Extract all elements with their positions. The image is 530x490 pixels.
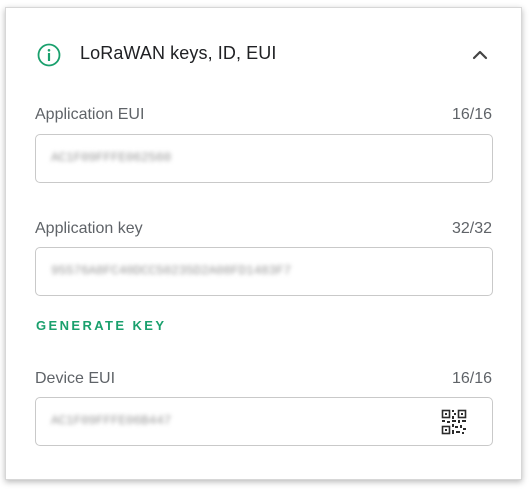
app-key-field[interactable]: 95576A8FC40DCC50235D2A08FD1483F7 (35, 247, 493, 296)
app-eui-value: AC1F09FFFE062560 (51, 150, 172, 165)
section-header[interactable]: LoRaWAN keys, ID, EUI (6, 36, 521, 78)
generate-key-button[interactable]: GENERATE KEY (36, 318, 166, 333)
chevron-up-icon[interactable] (471, 46, 489, 64)
device-eui-label: Device EUI (35, 370, 116, 387)
app-key-char-count: 32/32 (451, 220, 492, 237)
info-icon (37, 43, 61, 67)
qr-code-icon[interactable] (441, 409, 467, 435)
app-key-label: Application key (35, 220, 143, 237)
app-eui-label: Application EUI (35, 106, 145, 123)
app-eui-field[interactable]: AC1F09FFFE062560 (35, 134, 493, 183)
device-eui-field[interactable]: AC1F09FFFE06B447 (35, 397, 493, 446)
lorawan-keys-panel: LoRaWAN keys, ID, EUI Application EUI 16… (5, 7, 522, 480)
app-eui-char-count: 16/16 (451, 106, 492, 123)
device-eui-char-count: 16/16 (451, 370, 492, 387)
device-eui-value: AC1F09FFFE06B447 (51, 413, 172, 428)
section-title: LoRaWAN keys, ID, EUI (80, 43, 277, 63)
app-key-value: 95576A8FC40DCC50235D2A08FD1483F7 (51, 263, 292, 278)
